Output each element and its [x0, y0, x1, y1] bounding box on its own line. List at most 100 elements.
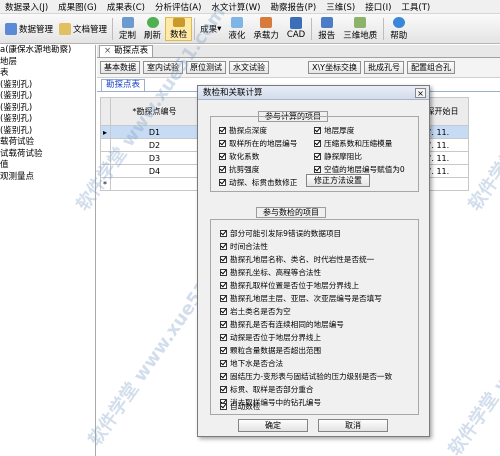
- check-item-checkbox[interactable]: 勘探孔地层主层、亚层、次亚层编号是否填写: [220, 293, 382, 303]
- checkbox-box[interactable]: [219, 152, 226, 160]
- sheet-tab-borehole-table[interactable]: 勘探点表: [101, 79, 146, 91]
- checkbox-box[interactable]: [219, 178, 226, 186]
- checkbox-box[interactable]: [219, 139, 226, 147]
- table-action-button[interactable]: 原位测试: [186, 61, 226, 74]
- tree-item[interactable]: (鉴别孔): [0, 126, 95, 138]
- menu-item[interactable]: 工具(T): [396, 1, 435, 13]
- bearing-capacity-button[interactable]: 承载力: [249, 16, 283, 41]
- checkbox-box[interactable]: [220, 281, 227, 289]
- menu-item[interactable]: 三维(S): [321, 1, 360, 13]
- ok-button[interactable]: 确定: [238, 419, 308, 432]
- calc-item-checkbox[interactable]: 静探摩阻比: [314, 151, 362, 161]
- liquefaction-button[interactable]: 液化: [224, 16, 249, 41]
- checkbox-box[interactable]: [314, 126, 321, 134]
- report-button[interactable]: 报告: [314, 16, 339, 41]
- tree-item[interactable]: 地层: [0, 57, 95, 69]
- cad-dropdown[interactable]: CAD: [283, 17, 309, 41]
- calc-item-checkbox[interactable]: 取样所在的地层编号: [219, 138, 297, 148]
- cancel-button[interactable]: 取消: [318, 419, 388, 432]
- tree-item[interactable]: 表: [0, 68, 95, 80]
- data-check-button[interactable]: 数检: [165, 16, 193, 41]
- calc-item-checkbox[interactable]: 软化系数: [219, 151, 259, 161]
- checkbox-box[interactable]: [220, 268, 227, 276]
- check-item-checkbox[interactable]: 动探是否位于地层分界线上: [220, 332, 321, 342]
- results-dropdown[interactable]: 成果 ▾: [197, 17, 224, 41]
- customize-button[interactable]: 定制: [115, 16, 140, 41]
- checkbox-box[interactable]: [220, 320, 227, 328]
- table-action-button[interactable]: 水文试验: [229, 61, 269, 74]
- help-button[interactable]: 帮助: [386, 16, 411, 41]
- table-action-button[interactable]: 配置组合孔: [407, 61, 456, 74]
- check-item-checkbox[interactable]: 颗粒含量数据是否超出范围: [220, 345, 321, 355]
- calc-item-checkbox[interactable]: 勘探点深度: [219, 125, 267, 135]
- checkbox-box[interactable]: [314, 152, 321, 160]
- checkbox-box[interactable]: [219, 165, 226, 173]
- checkbox-box[interactable]: [220, 402, 227, 410]
- check-item-checkbox[interactable]: 部分可能引发际9错误的数据项目: [220, 228, 341, 238]
- check-item-checkbox[interactable]: 勘探孔坐标、高程等合法性: [220, 267, 321, 277]
- check-item-checkbox[interactable]: 岩土类名是否为空: [220, 306, 291, 316]
- doc-manage-button[interactable]: 文档管理: [56, 17, 110, 41]
- tree-item[interactable]: (鉴别孔): [0, 103, 95, 115]
- fix-method-button[interactable]: 修正方法设置: [306, 174, 370, 187]
- menu-item[interactable]: 水文计算(W): [206, 1, 265, 13]
- tree-item[interactable]: (鉴别孔): [0, 80, 95, 92]
- checkbox-box[interactable]: [220, 255, 227, 263]
- calc-item-checkbox[interactable]: 地层厚度: [314, 125, 354, 135]
- tree-item[interactable]: (鉴别孔): [0, 114, 95, 126]
- row-header[interactable]: [100, 164, 111, 178]
- cell-borehole-id[interactable]: D2: [110, 138, 199, 152]
- close-icon[interactable]: ×: [415, 88, 426, 98]
- table-action-button[interactable]: 基本数据: [100, 61, 140, 74]
- empty-cell[interactable]: [110, 177, 199, 191]
- row-header[interactable]: ▸: [100, 125, 111, 139]
- calc-item-checkbox[interactable]: 动探、标贯击数修正: [219, 177, 297, 187]
- tree-item[interactable]: 载荷试验: [0, 137, 95, 149]
- cell-borehole-id[interactable]: D4: [110, 164, 199, 178]
- checkbox-box[interactable]: [220, 242, 227, 250]
- checkbox-box[interactable]: [220, 294, 227, 302]
- data-manage-button[interactable]: 数据管理: [2, 17, 56, 41]
- checkbox-box[interactable]: [220, 346, 227, 354]
- menu-item[interactable]: 数据录入(J): [0, 1, 53, 13]
- menu-item[interactable]: 接口(I): [360, 1, 396, 13]
- tree-item[interactable]: (鉴别孔): [0, 91, 95, 103]
- checkbox-box[interactable]: [314, 165, 321, 173]
- checkbox-box[interactable]: [220, 333, 227, 341]
- tree-item[interactable]: 试载荷试验: [0, 149, 95, 161]
- calc-item-checkbox[interactable]: 抗剪强度: [219, 164, 259, 174]
- column-header-borehole-id[interactable]: *勘探点编号: [110, 97, 199, 126]
- tab-borehole-table[interactable]: × 勘探点表: [99, 45, 154, 57]
- table-action-button[interactable]: 批成孔号: [364, 61, 405, 74]
- table-action-button[interactable]: 室内试验: [143, 61, 183, 74]
- row-header[interactable]: [100, 138, 111, 152]
- menu-item[interactable]: 成果图(G): [53, 1, 102, 13]
- check-item-checkbox[interactable]: 时间合法性: [220, 241, 268, 251]
- 3d-geology-button[interactable]: 三维地质: [339, 16, 381, 41]
- check-item-checkbox[interactable]: 勘探孔是否有连续相同的地层编号: [220, 319, 344, 329]
- checkbox-box[interactable]: [220, 229, 227, 237]
- tree-item[interactable]: a(康保水源地勘察): [0, 45, 95, 57]
- checkbox-box[interactable]: [220, 372, 227, 380]
- menu-item[interactable]: 勘察报告(P): [265, 1, 321, 13]
- auto-check-checkbox[interactable]: 自动数检: [220, 401, 260, 411]
- checkbox-box[interactable]: [219, 126, 226, 134]
- calc-item-checkbox[interactable]: 空值的地层编号赋值为0: [314, 164, 405, 174]
- check-item-checkbox[interactable]: 勘探孔取样位置是否位于地层分界线上: [220, 280, 359, 290]
- check-item-checkbox[interactable]: 地下水是否合法: [220, 358, 283, 368]
- menu-item[interactable]: 分析评估(A): [150, 1, 206, 13]
- menu-item[interactable]: 成果表(C): [102, 1, 150, 13]
- tree-item[interactable]: 值: [0, 160, 95, 172]
- check-item-checkbox[interactable]: 标贯、取样是否部分重合: [220, 384, 314, 394]
- table-action-button[interactable]: X\Y坐标交换: [308, 61, 362, 74]
- close-icon[interactable]: ×: [104, 46, 111, 57]
- checkbox-box[interactable]: [220, 307, 227, 315]
- checkbox-box[interactable]: [314, 139, 321, 147]
- tree-item[interactable]: 观测量点: [0, 172, 95, 184]
- checkbox-box[interactable]: [220, 385, 227, 393]
- cell-borehole-id[interactable]: D3: [110, 151, 199, 165]
- check-item-checkbox[interactable]: 勘探孔地层名称、类名、时代岩性是否统一: [220, 254, 374, 264]
- row-header[interactable]: [100, 151, 111, 165]
- cell-borehole-id[interactable]: D1: [110, 125, 199, 139]
- refresh-button[interactable]: 刷新: [140, 16, 165, 41]
